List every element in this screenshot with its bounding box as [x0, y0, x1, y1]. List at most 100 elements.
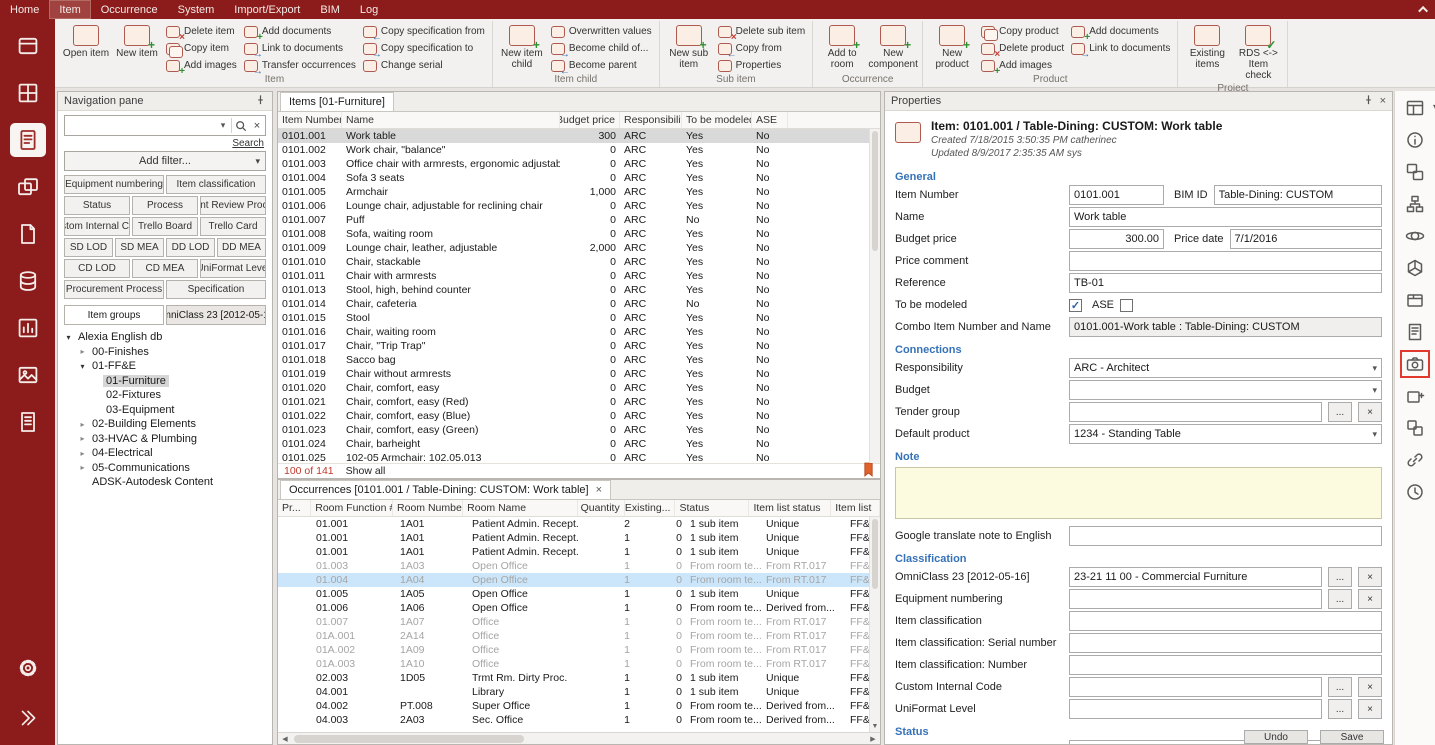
search-icon[interactable]: [233, 120, 249, 132]
occurrence-row[interactable]: 01A.0031A10Office10From room te...From R…: [278, 657, 880, 671]
item-row[interactable]: 0101.005Armchair1,000ARCYesNo: [278, 185, 880, 199]
item-row[interactable]: 0101.009Lounge chair, leather, adjustabl…: [278, 241, 880, 255]
filter-chip-sd-mea[interactable]: SD MEA: [115, 238, 164, 257]
to-be-modeled-checkbox[interactable]: [1069, 299, 1082, 312]
filter-chip-process[interactable]: Process: [132, 196, 198, 215]
items-col-item-number[interactable]: Item Number: [278, 112, 342, 128]
filter-chip-status[interactable]: Status: [64, 196, 130, 215]
copy-item-button[interactable]: Copy item: [164, 41, 239, 56]
occurrences-col-pr[interactable]: Pr...: [278, 500, 311, 516]
items-col-responsibility[interactable]: Responsibility: [620, 112, 682, 128]
documents-icon[interactable]: [10, 217, 46, 251]
menu-item-home[interactable]: Home: [0, 0, 49, 19]
tender-group-input[interactable]: [1069, 402, 1322, 422]
occurrence-row[interactable]: 04.002PT.008Super Office10From room te..…: [278, 699, 880, 713]
bookmark-icon[interactable]: [863, 462, 874, 480]
tree-item-05-communications[interactable]: ▸05-Communications: [58, 461, 272, 476]
scroll-left-icon[interactable]: ◀: [278, 735, 292, 743]
uniformat-level-clear-button[interactable]: ×: [1358, 699, 1382, 719]
filter-chip-dd-lod[interactable]: DD LOD: [166, 238, 215, 257]
filter-chip-dd-mea[interactable]: DD MEA: [217, 238, 266, 257]
item-row[interactable]: 0101.001Work table300ARCYesNo: [278, 129, 880, 143]
new-product-button[interactable]: +New product: [928, 22, 976, 70]
hierarchy-icon[interactable]: [1402, 192, 1428, 216]
occurrence-row[interactable]: 02.0031D05Trmt Rm. Dirty Proc.101 sub it…: [278, 671, 880, 685]
tender-group-clear-button[interactable]: ×: [1358, 402, 1382, 422]
tree-item-00-finishes[interactable]: ▸00-Finishes: [58, 345, 272, 360]
occurrences-tab[interactable]: Occurrences [0101.001 / Table-Dining: CU…: [280, 480, 611, 499]
filter-chip-uniformat-level[interactable]: UniFormat Level: [200, 259, 266, 278]
occurrence-row[interactable]: 01A.0021A09Office10From room te...From R…: [278, 643, 880, 657]
become-parent-button[interactable]: ←Become parent: [549, 58, 654, 73]
uniformat-level-input[interactable]: [1069, 699, 1322, 719]
horizontal-scroll-thumb[interactable]: [294, 735, 524, 743]
tree-expander-icon[interactable]: ▸: [76, 347, 89, 356]
item-row[interactable]: 0101.025102-05 Armchair: 102.05.0130ARCY…: [278, 451, 880, 463]
price-comment-input[interactable]: [1069, 251, 1382, 271]
delete-product-button[interactable]: ×Delete product: [979, 41, 1066, 56]
become-child-of-button[interactable]: →Become child of...: [549, 41, 654, 56]
price-date-input[interactable]: [1230, 229, 1382, 249]
camera-icon[interactable]: [1402, 352, 1428, 376]
occurrence-row[interactable]: 04.001Library101 sub itemUniqueFF&E: [278, 685, 880, 699]
item-row[interactable]: 0101.008Sofa, waiting room0ARCYesNo: [278, 227, 880, 241]
menu-item-import-export[interactable]: Import/Export: [224, 0, 310, 19]
items-col-ase[interactable]: ASE: [752, 112, 788, 128]
equipment-numbering-lookup-button[interactable]: ...: [1328, 589, 1352, 609]
tree-expander-icon[interactable]: ▸: [76, 449, 89, 458]
filter-chip-custom-internal-code[interactable]: Custom Internal Code: [64, 217, 130, 236]
history-icon[interactable]: [1402, 480, 1428, 504]
item-row[interactable]: 0101.003Office chair with armrests, ergo…: [278, 157, 880, 171]
link-to-documents-button[interactable]: →Link to documents: [1069, 41, 1172, 56]
tree-item-03-equipment[interactable]: 03-Equipment: [58, 403, 272, 418]
filter-chip-trello-card[interactable]: Trello Card: [200, 217, 266, 236]
reports-icon[interactable]: [10, 311, 46, 345]
menu-item-system[interactable]: System: [168, 0, 225, 19]
item-row[interactable]: 0101.014Chair, cafeteria0ARCNoNo: [278, 297, 880, 311]
open-database-icon[interactable]: [10, 29, 46, 63]
views-icon[interactable]: ▾: [1402, 96, 1428, 120]
occurrence-row[interactable]: 01.0011A01Patient Admin. Recept.101 sub …: [278, 531, 880, 545]
menu-item-occurrence[interactable]: Occurrence: [91, 0, 168, 19]
occurrence-row[interactable]: 04.0032A03Sec. Office10From room te...De…: [278, 713, 880, 727]
notes-icon[interactable]: [1402, 320, 1428, 344]
add-documents-button[interactable]: +Add documents: [242, 24, 358, 39]
items-col-budget-price[interactable]: Budget price: [560, 112, 620, 128]
copy-from-button[interactable]: ←Copy from: [716, 41, 807, 56]
occurrences-col-room-function[interactable]: Room Function #:: [311, 500, 393, 516]
occurrences-col-item-list[interactable]: Item list: [831, 500, 880, 516]
item-row[interactable]: 0101.019Chair without armrests0ARCYesNo: [278, 367, 880, 381]
copy-specification-from-button[interactable]: ←Copy specification from: [361, 24, 487, 39]
occurrences-horizontal-scrollbar[interactable]: ◀ ▶: [278, 732, 880, 744]
show-all-link[interactable]: Show all: [346, 465, 386, 477]
items-col-to-be-modeled[interactable]: To be modeled: [682, 112, 752, 128]
item-row[interactable]: 0101.004Sofa 3 seats0ARCYesNo: [278, 171, 880, 185]
model-3d-icon[interactable]: [1402, 256, 1428, 280]
copy-specification-to-button[interactable]: →Copy specification to: [361, 41, 487, 56]
tree-expander-icon[interactable]: ▸: [76, 420, 89, 429]
filter-chip-item-classification[interactable]: Item classification: [166, 175, 266, 194]
item-row[interactable]: 0101.007Puff0ARCNoNo: [278, 213, 880, 227]
filter-chip-trello-board[interactable]: Trello Board: [132, 217, 198, 236]
uniformat-level-lookup-button[interactable]: ...: [1328, 699, 1352, 719]
products-box-icon[interactable]: [1402, 288, 1428, 312]
rooms-icon[interactable]: [10, 76, 46, 110]
occurrences-vertical-scrollbar[interactable]: ▼: [869, 517, 880, 732]
occurrence-row[interactable]: 01A.0012A14Office10From room te...From R…: [278, 629, 880, 643]
existing-items-button[interactable]: Existing items: [1183, 22, 1231, 70]
add-filter-button[interactable]: Add filter... ▾: [64, 151, 266, 171]
sub-items-icon[interactable]: [1402, 160, 1428, 184]
responsibility-select[interactable]: ARC - Architect ▾: [1069, 358, 1382, 378]
tree-expander-icon[interactable]: ▸: [76, 463, 89, 472]
tree-item-adsk-autodesk-content[interactable]: ADSK-Autodesk Content: [58, 475, 272, 490]
omniclass-lookup-button[interactable]: ...: [1328, 567, 1352, 587]
occurrences-col-status[interactable]: Status: [675, 500, 749, 516]
new-item-child-button[interactable]: +New item child: [498, 22, 546, 70]
tree-item-04-electrical[interactable]: ▸04-Electrical: [58, 446, 272, 461]
item-row[interactable]: 0101.016Chair, waiting room0ARCYesNo: [278, 325, 880, 339]
open-item-button[interactable]: Open item: [62, 22, 110, 59]
equipment-numbering-clear-button[interactable]: ×: [1358, 589, 1382, 609]
budget-price-input[interactable]: [1069, 229, 1164, 249]
bim-id-input[interactable]: [1214, 185, 1382, 205]
change-serial-button[interactable]: Change serial: [361, 58, 487, 73]
